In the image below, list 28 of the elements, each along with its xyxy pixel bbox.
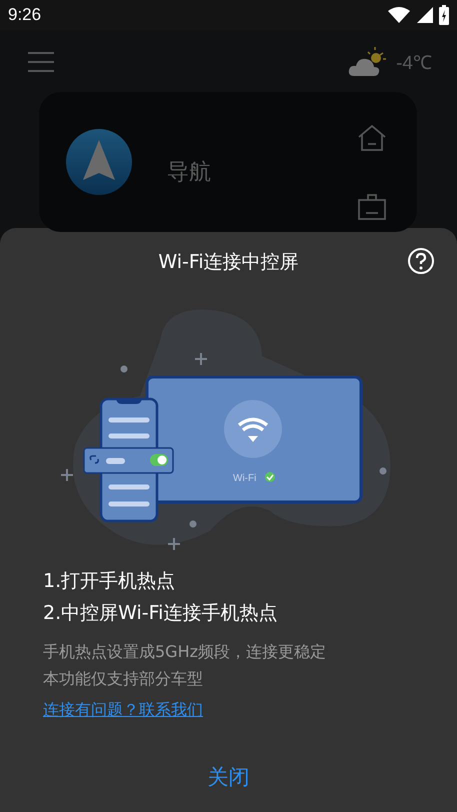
wifi-signal-icon [387,6,411,24]
dot-icon [190,520,196,528]
sparkle-icon [167,537,181,551]
temperature: -4℃ [396,52,432,75]
check-icon [265,472,275,482]
dialog-title: Wi-Fi连接中控屏 [158,250,299,275]
help-icon[interactable] [407,247,435,275]
note-text: 手机热点设置成5GHz频段，连接更稳定 [43,641,328,663]
close-button[interactable]: 关闭 [198,759,260,795]
dot-icon [120,366,128,372]
navigation-label: 导航 [167,159,212,187]
cloud-sun-icon [348,46,388,78]
briefcase-icon[interactable] [358,194,386,220]
wifi-label: Wi-Fi [233,473,256,484]
instruction-step: 1.打开手机热点 [43,568,414,594]
status-time: 9:26 [8,5,42,25]
instruction-step: 2.中控屏Wi-Fi连接手机热点 [43,600,414,626]
sparkle-icon [60,468,74,482]
menu-icon[interactable] [27,51,55,73]
navigation-card[interactable]: 导航 [39,92,417,232]
cell-signal-icon [417,7,433,23]
sparkle-icon [194,352,208,366]
help-link[interactable]: 连接有问题？联系我们 [43,700,203,721]
wifi-icon [224,400,282,458]
note-text: 本功能仅支持部分车型 [43,668,204,690]
battery-icon [439,5,449,25]
home-icon[interactable] [357,124,387,152]
dot-icon [380,468,386,474]
